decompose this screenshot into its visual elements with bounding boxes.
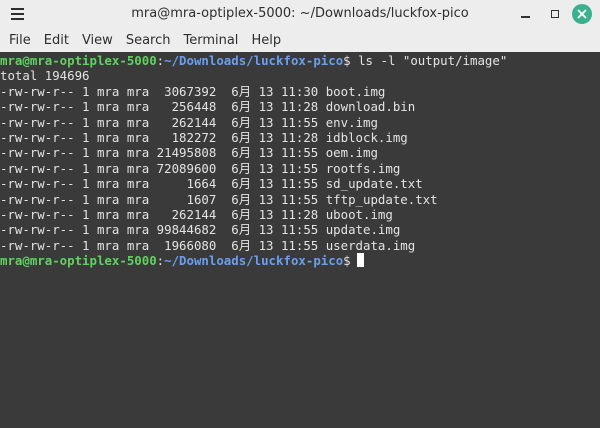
menu-edit[interactable]: Edit bbox=[39, 33, 74, 48]
file-row: -rw-rw-r-- 1 mra mra 262144 6月 13 11:55 … bbox=[0, 114, 378, 130]
file-row: -rw-rw-r-- 1 mra mra 72089600 6月 13 11:5… bbox=[0, 160, 401, 176]
file-row: -rw-rw-r-- 1 mra mra 21495808 6月 13 11:5… bbox=[0, 145, 378, 161]
total-line: total 194696 bbox=[0, 68, 90, 84]
minimize-icon bbox=[520, 15, 530, 18]
menu-terminal[interactable]: Terminal bbox=[178, 33, 243, 48]
prompt-separator: : bbox=[156, 53, 165, 68]
current-prompt-line: mra@mra-optiplex-5000:~/Downloads/luckfo… bbox=[0, 253, 600, 268]
file-row: -rw-rw-r-- 1 mra mra 1664 6月 13 11:55 sd… bbox=[0, 176, 423, 192]
close-button[interactable] bbox=[572, 4, 592, 24]
file-row: -rw-rw-r-- 1 mra mra 182272 6月 13 11:28 … bbox=[0, 129, 408, 145]
file-row: -rw-rw-r-- 1 mra mra 1966080 6月 13 11:55… bbox=[0, 237, 416, 253]
file-row: -rw-rw-r-- 1 mra mra 1607 6月 13 11:55 tf… bbox=[0, 191, 438, 207]
menu-file[interactable]: File bbox=[4, 33, 36, 48]
close-icon bbox=[577, 9, 587, 19]
prompt-separator: : bbox=[156, 253, 165, 269]
text-cursor bbox=[356, 253, 364, 268]
menu-bar: File Edit View Search Terminal Help bbox=[0, 29, 600, 52]
minimize-button[interactable] bbox=[515, 4, 535, 24]
file-row: -rw-rw-r-- 1 mra mra 262144 6月 13 11:28 … bbox=[0, 206, 393, 222]
prompt-user-host: mra@mra-optiplex-5000 bbox=[0, 253, 157, 269]
menu-view[interactable]: View bbox=[77, 33, 118, 48]
file-row: -rw-rw-r-- 1 mra mra 99844682 6月 13 11:5… bbox=[0, 222, 401, 238]
terminal-window: mra@mra-optiplex-5000: ~/Downloads/luckf… bbox=[0, 0, 600, 428]
file-row: -rw-rw-r-- 1 mra mra 3067392 6月 13 11:30… bbox=[0, 83, 386, 99]
prompt-symbol: $ bbox=[343, 253, 351, 269]
maximize-icon bbox=[551, 10, 559, 18]
maximize-button[interactable] bbox=[545, 4, 565, 24]
prompt-user-host: mra@mra-optiplex-5000 bbox=[0, 53, 157, 68]
prompt-symbol: $ bbox=[343, 53, 351, 68]
menu-search[interactable]: Search bbox=[121, 33, 176, 48]
window-title: mra@mra-optiplex-5000: ~/Downloads/luckf… bbox=[131, 6, 469, 21]
command-line: mra@mra-optiplex-5000:~/Downloads/luckfo… bbox=[0, 53, 600, 68]
title-bar[interactable]: mra@mra-optiplex-5000: ~/Downloads/luckf… bbox=[0, 0, 600, 29]
prompt-path: ~/Downloads/luckfox-pico bbox=[164, 53, 344, 68]
file-row: -rw-rw-r-- 1 mra mra 256448 6月 13 11:28 … bbox=[0, 99, 416, 115]
command-text: ls -l "output/image" bbox=[350, 53, 508, 68]
menu-help[interactable]: Help bbox=[246, 33, 286, 48]
file-listing: -rw-rw-r-- 1 mra mra 3067392 6月 13 11:30… bbox=[0, 84, 600, 253]
terminal-output[interactable]: mra@mra-optiplex-5000:~/Downloads/luckfo… bbox=[0, 52, 600, 428]
prompt-path: ~/Downloads/luckfox-pico bbox=[164, 253, 344, 269]
